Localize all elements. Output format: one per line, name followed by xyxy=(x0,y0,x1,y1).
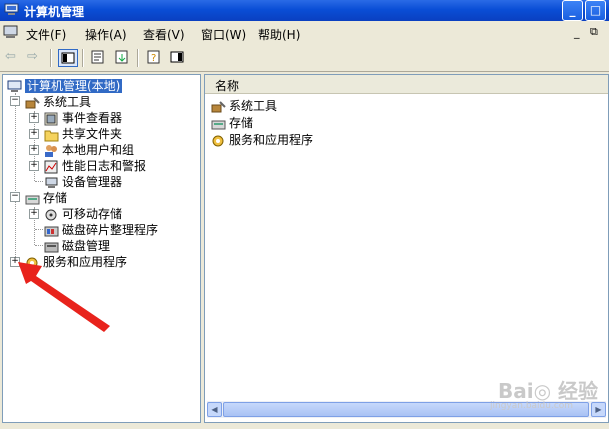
tree-item-device-manager[interactable]: 设备管理器 xyxy=(44,173,122,189)
watermark-url: jingyan.baidu.com xyxy=(490,401,574,411)
column-header-name[interactable]: 名称 xyxy=(205,75,608,94)
tree-label: 设备管理器 xyxy=(62,175,123,189)
tree-label: 存储 xyxy=(43,191,68,205)
tree-connector xyxy=(35,229,43,231)
minimize-button[interactable]: _ xyxy=(562,0,583,21)
computer-management-icon xyxy=(4,3,19,15)
tree-item-disk-management[interactable]: 磁盘管理 xyxy=(44,237,110,253)
tree-connector xyxy=(35,181,43,183)
toolbar-separator xyxy=(82,49,84,67)
list-item-label: 系统工具 xyxy=(229,99,278,113)
console-tree: 计算机管理(本地) − 系统工具 + 事件查看器 + 共享文件夹 + 本地用户和… xyxy=(2,74,201,423)
results-pane: 名称 系统工具 存储 服务和应用程序 ◀ ▶ xyxy=(204,74,609,423)
tree-root[interactable]: 计算机管理(本地) xyxy=(7,77,123,93)
tree-label: 系统工具 xyxy=(43,95,92,109)
maximize-button[interactable]: □ xyxy=(585,0,606,21)
tree-item-event-viewer[interactable]: 事件查看器 xyxy=(44,109,122,125)
list-item-label: 服务和应用程序 xyxy=(229,133,314,147)
tools-icon xyxy=(25,96,40,108)
list-item[interactable]: 服务和应用程序 xyxy=(211,131,313,147)
tree-label: 服务和应用程序 xyxy=(43,255,128,269)
mdi-minimize-button[interactable]: _ xyxy=(574,26,580,39)
scroll-right-icon[interactable]: ▶ xyxy=(591,402,606,417)
menu-view[interactable]: 查看(V) xyxy=(143,26,185,43)
window-title: 计算机管理 xyxy=(24,5,85,19)
tree-label: 本地用户和组 xyxy=(62,143,135,157)
tree-connector xyxy=(15,93,17,259)
list-item-label: 存储 xyxy=(229,116,254,130)
tree-label: 磁盘碎片整理程序 xyxy=(62,223,159,237)
tree-label: 性能日志和警报 xyxy=(62,159,147,173)
menu-bar: 文件(F) 操作(A) 查看(V) 窗口(W) 帮助(H) _ ⧉ xyxy=(0,21,609,46)
storage-icon xyxy=(211,120,226,129)
show-action-pane-icon[interactable] xyxy=(168,49,186,65)
tree-label: 可移动存储 xyxy=(62,207,123,221)
services-icon xyxy=(26,257,38,268)
scroll-left-icon[interactable]: ◀ xyxy=(207,402,222,417)
shared-folder-icon xyxy=(44,130,59,141)
tree-item-system-tools[interactable]: 系统工具 xyxy=(25,93,91,109)
tree-connector xyxy=(35,245,43,247)
help-icon[interactable]: ? xyxy=(145,49,163,65)
tree-label: 共享文件夹 xyxy=(62,127,123,141)
tree-item-disk-defragmenter[interactable]: 磁盘碎片整理程序 xyxy=(44,221,158,237)
forward-icon[interactable]: ⇨ xyxy=(27,49,45,65)
watermark-brand: Bai◎ 经验 xyxy=(498,379,599,403)
export-list-icon[interactable] xyxy=(113,49,131,65)
expand-toggle[interactable]: + xyxy=(29,161,39,171)
tree-label: 事件查看器 xyxy=(62,111,123,125)
tree-item-perf-logs[interactable]: 性能日志和警报 xyxy=(44,157,146,173)
tree-root-label: 计算机管理(本地) xyxy=(25,79,123,93)
list-item[interactable]: 存储 xyxy=(211,114,253,130)
disk-management-icon xyxy=(44,242,59,252)
back-icon[interactable]: ⇦ xyxy=(5,49,23,65)
device-manager-icon xyxy=(45,177,58,188)
tree-item-shared-folders[interactable]: 共享文件夹 xyxy=(44,125,122,141)
users-icon xyxy=(45,144,57,157)
expand-toggle[interactable]: + xyxy=(29,209,39,219)
list-item[interactable]: 系统工具 xyxy=(211,97,277,113)
storage-icon xyxy=(25,195,40,204)
menu-file[interactable]: 文件(F) xyxy=(26,26,66,43)
menu-window[interactable]: 窗口(W) xyxy=(201,26,246,43)
properties-icon[interactable] xyxy=(89,49,107,65)
performance-icon xyxy=(44,160,58,173)
tree-item-services-apps[interactable]: 服务和应用程序 xyxy=(25,253,127,269)
defrag-icon xyxy=(44,226,59,236)
menu-action[interactable]: 操作(A) xyxy=(85,26,127,43)
services-icon xyxy=(212,135,224,146)
expand-toggle[interactable]: + xyxy=(29,113,39,123)
computer-icon xyxy=(7,80,22,92)
tree-label: 磁盘管理 xyxy=(62,239,111,253)
toolbar: ⇦ ⇨ ? xyxy=(0,45,609,72)
show-tree-icon[interactable] xyxy=(58,49,78,67)
column-header-label: 名称 xyxy=(215,79,240,93)
collapse-toggle[interactable]: − xyxy=(10,96,20,106)
title-bar: 计算机管理 _ □ xyxy=(0,0,609,21)
menu-help[interactable]: 帮助(H) xyxy=(258,26,300,43)
expand-toggle[interactable]: + xyxy=(29,129,39,139)
collapse-toggle[interactable]: − xyxy=(10,192,20,202)
event-viewer-icon xyxy=(44,112,58,125)
toolbar-separator xyxy=(50,49,52,67)
tree-item-storage[interactable]: 存储 xyxy=(25,189,67,205)
removable-storage-icon xyxy=(45,209,57,220)
tools-icon xyxy=(211,100,226,112)
mdi-restore-button[interactable]: ⧉ xyxy=(590,25,598,39)
tree-item-local-users[interactable]: 本地用户和组 xyxy=(44,141,134,157)
toolbar-separator xyxy=(137,49,139,67)
svg-text:?: ? xyxy=(151,53,156,64)
console-icon xyxy=(3,25,18,38)
expand-toggle[interactable]: + xyxy=(10,257,20,267)
expand-toggle[interactable]: + xyxy=(29,145,39,155)
tree-item-removable-storage[interactable]: 可移动存储 xyxy=(44,205,122,221)
